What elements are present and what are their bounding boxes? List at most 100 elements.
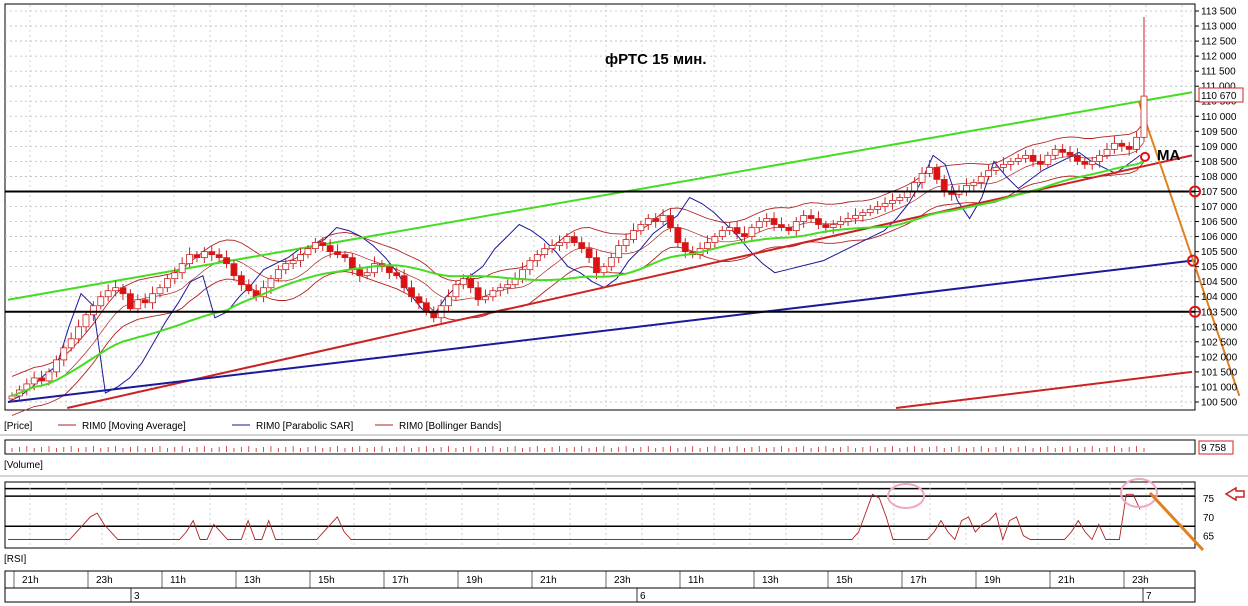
candle	[38, 377, 45, 382]
candle	[82, 314, 90, 328]
candle	[45, 371, 53, 382]
candle	[422, 302, 430, 313]
candle	[1111, 142, 1118, 150]
candle	[548, 245, 556, 250]
candle	[1037, 160, 1044, 165]
candle	[970, 182, 978, 186]
rsi-tick-label: 70	[1203, 513, 1215, 524]
candle	[807, 215, 815, 219]
candle	[230, 263, 238, 277]
candle	[792, 221, 800, 231]
candle	[30, 377, 38, 385]
candle	[911, 182, 919, 192]
candle	[918, 173, 926, 183]
candle	[1133, 136, 1141, 150]
candle	[237, 275, 245, 286]
candle	[866, 209, 874, 213]
rsi-tick-label: 65	[1203, 532, 1215, 543]
day-label: 6	[640, 591, 646, 602]
candle	[570, 236, 578, 243]
candle	[1066, 151, 1074, 156]
day-axis-frame	[4, 587, 1196, 603]
candle	[289, 260, 297, 265]
price-tick-label: 112 500	[1201, 37, 1237, 48]
candle	[1007, 160, 1015, 165]
candle	[541, 248, 549, 256]
candle	[1140, 95, 1148, 138]
hour-label: 19h	[984, 575, 1001, 586]
candle	[319, 242, 327, 246]
candle	[311, 242, 319, 250]
price-tick-label: 105 000	[1201, 262, 1238, 273]
time-axis: 21h 23h 11h 13h 15h 17h 19h 21h 23h 11h 13h 15h 17h 1…	[4, 570, 1196, 603]
day-label: 7	[1146, 591, 1152, 602]
candle	[186, 254, 193, 265]
hour-label: 21h	[1058, 575, 1075, 586]
candle	[452, 284, 460, 298]
price-plot-frame	[4, 3, 1196, 411]
candle	[881, 203, 889, 207]
candle	[992, 166, 1000, 171]
price-tick-label: 109 000	[1201, 142, 1238, 153]
candle	[1088, 160, 1096, 165]
hour-label: 11h	[170, 575, 186, 586]
hour-label: 23h	[614, 575, 631, 586]
candle	[400, 275, 408, 289]
candle	[126, 293, 134, 310]
candle	[600, 266, 608, 274]
legend-price: [Price]	[4, 421, 33, 432]
candle	[556, 242, 563, 246]
volume-value: 9 758	[1201, 443, 1226, 454]
price-tick-label: 113 000	[1201, 22, 1237, 33]
candle	[874, 206, 882, 210]
candle	[208, 251, 216, 256]
volume-panel: 9 758 [Volume]	[0, 434, 1248, 471]
candle	[615, 245, 623, 259]
rsi-axis: 75 70 65	[1203, 494, 1215, 543]
candle	[1118, 142, 1126, 147]
price-tick-label: 108 000	[1201, 172, 1238, 183]
price-tick-label: 100 500	[1201, 397, 1238, 408]
candle	[60, 347, 68, 361]
candle	[748, 227, 756, 237]
candle	[474, 287, 482, 301]
candle	[726, 227, 734, 231]
candle	[496, 287, 504, 292]
hour-label: 15h	[318, 575, 335, 586]
candle	[630, 230, 637, 240]
price-tick-label: 104 000	[1201, 292, 1238, 303]
candle	[704, 242, 711, 250]
candle	[393, 272, 401, 277]
legend-item-ma: RIM0 [Moving Average]	[82, 421, 186, 432]
candle	[1044, 154, 1052, 165]
hour-label: 13h	[762, 575, 779, 586]
candle	[8, 395, 16, 400]
candle	[1096, 154, 1104, 162]
candle	[985, 170, 993, 177]
legend: [Price] RIM0 [Moving Average] RIM0 [Para…	[4, 421, 501, 432]
rsi-label: [RSI]	[4, 554, 26, 565]
candle	[334, 251, 341, 256]
chart-canvas: 100 500 101 000 101 500 102 000 102 500 103 0…	[0, 3, 1248, 603]
candle	[778, 224, 785, 228]
candle	[149, 293, 156, 304]
volume-plot-frame	[4, 439, 1196, 455]
candle	[815, 218, 822, 225]
candle	[504, 284, 512, 289]
candle	[141, 299, 149, 304]
candle	[356, 269, 364, 277]
candle	[1000, 163, 1007, 168]
candle	[415, 296, 423, 304]
candle	[681, 242, 689, 253]
price-tick-label: 101 000	[1201, 382, 1238, 393]
candle	[889, 200, 896, 204]
hour-label: 17h	[392, 575, 409, 586]
last-price-label: 110 670	[1201, 91, 1237, 102]
price-tick-label: 110 000	[1201, 112, 1237, 123]
candle	[770, 218, 778, 225]
candle	[304, 248, 312, 256]
candle	[785, 227, 793, 231]
price-panel: 100 500 101 000 101 500 102 000 102 500 103 0…	[4, 3, 1244, 416]
candle	[408, 287, 415, 298]
candle	[607, 257, 615, 268]
